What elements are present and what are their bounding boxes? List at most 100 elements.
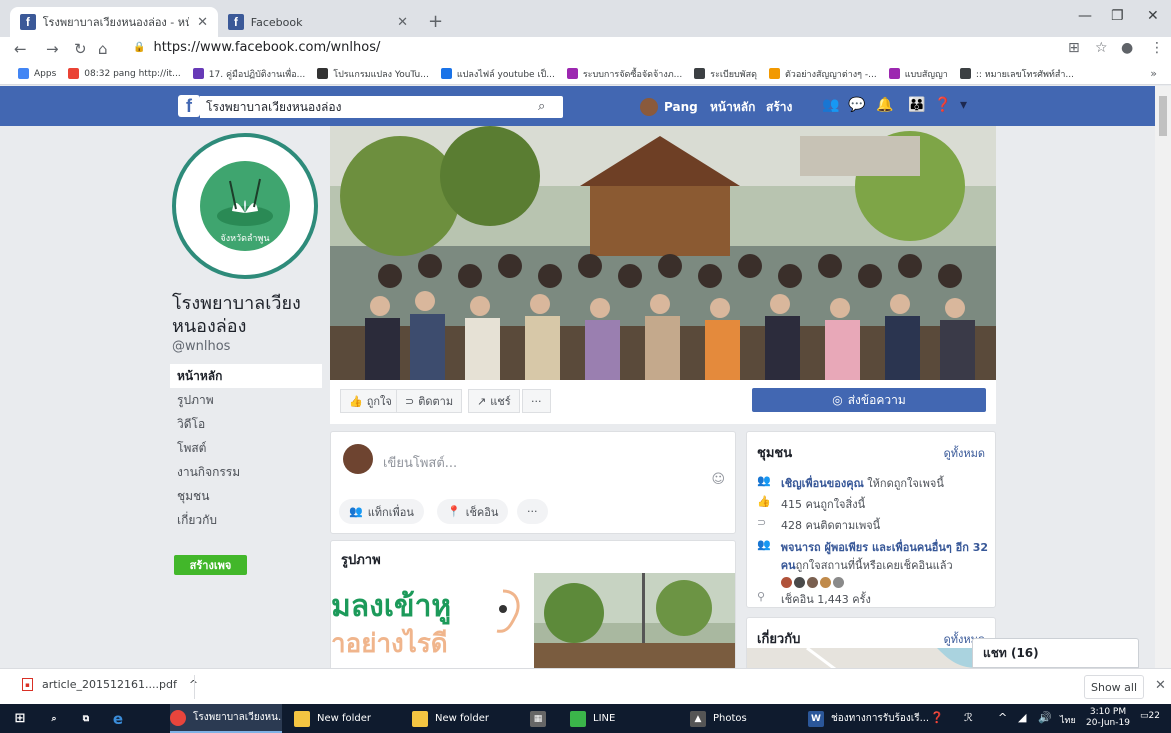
friend-avatars[interactable] <box>780 577 989 588</box>
page-nav-about[interactable]: เกี่ยวกับ <box>170 508 322 532</box>
download-item[interactable]: ▪ article_201512161....pdf ^ <box>22 678 198 691</box>
folder-taskbar-button[interactable]: New folder <box>412 704 489 733</box>
page-nav-photos[interactable]: รูปภาพ <box>170 388 322 412</box>
account-menu-icon[interactable]: ▾ <box>960 97 967 113</box>
close-tab-icon[interactable]: ✕ <box>397 15 408 30</box>
bookmark-item[interactable]: 08:32 pang http://it... <box>68 68 181 79</box>
bookmark-item[interactable]: โปรแกรมแปลง YouTu... <box>317 67 429 81</box>
search-input[interactable]: โรงพยาบาลเวียงหนองล่อง ⌕ <box>200 96 563 118</box>
community-title[interactable]: ชุมชน <box>757 442 792 463</box>
photos-taskbar-button[interactable]: ▲ Photos <box>690 704 747 733</box>
nav-home[interactable]: หน้าหลัก <box>710 98 755 117</box>
page-scrollbar[interactable] <box>1155 86 1171 668</box>
quick-help-icon[interactable]: 👪 <box>908 97 925 113</box>
bookmark-item[interactable]: ระบบการจัดซื้อจัดจ้างภ... <box>566 67 682 81</box>
bookmark-item[interactable]: แบบสัญญา <box>888 67 948 81</box>
search-icon[interactable]: ⌕ <box>538 99 545 114</box>
volume-icon[interactable]: 🔊 <box>1038 711 1052 724</box>
help-icon[interactable]: ❓ <box>930 711 944 724</box>
home-icon[interactable]: ⌂ <box>98 40 108 58</box>
edge-taskbar-button[interactable]: e <box>110 704 133 733</box>
community-see-all-link[interactable]: ดูทั้งหมด <box>944 444 985 462</box>
close-downloads-icon[interactable]: ✕ <box>1155 678 1166 693</box>
about-title[interactable]: เกี่ยวกับ <box>757 628 800 649</box>
bookmark-icon <box>694 68 706 79</box>
calculator-taskbar-button[interactable]: ▦ <box>530 704 553 733</box>
start-button[interactable]: ⊞ <box>12 704 35 733</box>
photo-thumbnail[interactable] <box>534 573 735 669</box>
new-tab-button[interactable]: + <box>428 11 443 32</box>
browser-tab[interactable]: f Facebook ✕ <box>218 7 418 37</box>
friend-requests-icon[interactable]: 👥 <box>822 97 839 113</box>
profile-link[interactable]: Pang <box>640 98 698 116</box>
page-nav-videos[interactable]: วิดีโอ <box>170 412 322 436</box>
invite-friends-row: 👥 เชิญเพื่อนของคุณ ให้กดถูกใจเพจนี้ <box>757 474 944 490</box>
bookmark-item[interactable]: แปลงไฟล์ youtube เป็... <box>440 67 555 81</box>
bookmark-item[interactable]: 17. คู่มือปฏิบัติงานเพื่อ... <box>192 67 305 81</box>
network-icon[interactable]: ◢ <box>1018 711 1026 724</box>
tray-chevron-icon[interactable]: ^ <box>998 711 1007 724</box>
location-pin-icon: 📍 <box>447 505 461 518</box>
apps-bookmark[interactable]: Apps <box>18 68 56 79</box>
page-nav-community[interactable]: ชุมชน <box>170 484 322 508</box>
like-button[interactable]: 👍 ถูกใจ <box>340 389 401 413</box>
show-all-downloads-button[interactable]: Show all <box>1084 675 1144 699</box>
people-icon[interactable]: ℛ <box>964 711 973 724</box>
reload-icon[interactable]: ↻ <box>74 40 87 58</box>
restore-icon[interactable]: ❐ <box>1111 8 1124 24</box>
translate-icon[interactable]: ⊞ <box>1068 40 1080 56</box>
follow-button[interactable]: ⊃ ติดตาม <box>396 389 463 413</box>
hospital-logo-icon: จังหวัดลำพูน <box>200 161 290 251</box>
line-taskbar-button[interactable]: LINE <box>570 704 615 733</box>
cover-photo[interactable] <box>330 126 996 380</box>
system-clock[interactable]: 3:10 PM 20-Jun-19 <box>1086 707 1130 729</box>
bookmark-item[interactable]: :: หมายเลขโทรศัพท์สำ... <box>959 67 1074 81</box>
composer-more-button[interactable]: ··· <box>517 499 548 524</box>
notifications-icon[interactable]: 🔔 <box>876 97 893 113</box>
minimize-icon[interactable]: — <box>1078 8 1092 24</box>
browser-tab-active[interactable]: f โรงพยาบาลเวียงหนองล่อง - หน้าหลัก ✕ <box>10 7 218 37</box>
back-icon[interactable]: ← <box>14 40 27 58</box>
page-nav-home[interactable]: หน้าหลัก <box>170 364 322 388</box>
messenger-icon[interactable]: 💬 <box>848 97 865 113</box>
address-bar[interactable]: 🔒 https://www.facebook.com/wnlhos/ <box>133 40 380 55</box>
emoji-icon[interactable]: ☺ <box>711 472 725 487</box>
folder-taskbar-button[interactable]: New folder <box>294 704 371 733</box>
page-profile-picture[interactable]: จังหวัดลำพูน <box>172 133 318 279</box>
search-button[interactable]: ⌕ <box>46 704 69 733</box>
photos-title[interactable]: รูปภาพ <box>341 549 381 570</box>
more-bookmarks-icon[interactable]: » <box>1150 67 1157 80</box>
tag-friends-button[interactable]: 👥 แท็กเพื่อน <box>339 499 424 524</box>
chat-bar[interactable]: แชท (16) <box>972 638 1139 668</box>
profile-icon[interactable]: ● <box>1121 40 1133 56</box>
forward-icon[interactable]: → <box>46 40 59 58</box>
menu-icon[interactable]: ⋮ <box>1150 40 1164 56</box>
invite-friends-link[interactable]: เชิญเพื่อนของคุณ <box>781 477 864 490</box>
page-handle[interactable]: @wnlhos <box>172 339 230 354</box>
notifications-icon[interactable]: ▭22 <box>1140 711 1160 721</box>
word-taskbar-button[interactable]: W ช่องทางการรับร้องเรี... <box>808 704 929 733</box>
check-in-button[interactable]: 📍 เช็คอิน <box>437 499 509 524</box>
bookmark-item[interactable]: ระเบียบพัสดุ <box>694 67 757 81</box>
task-view-button[interactable]: ⧉ <box>78 704 101 733</box>
page-nav-posts[interactable]: โพสต์ <box>170 436 322 460</box>
page-nav-events[interactable]: งานกิจกรรม <box>170 460 322 484</box>
chrome-taskbar-button[interactable]: โรงพยาบาลเวียงหน... <box>170 704 282 733</box>
composer-input[interactable]: เขียนโพสต์... <box>383 452 457 473</box>
help-icon[interactable]: ❓ <box>934 97 951 113</box>
folder-icon <box>412 710 428 727</box>
language-indicator[interactable]: ไทย <box>1060 713 1076 727</box>
send-message-button[interactable]: ◎ ส่งข้อความ <box>752 388 986 412</box>
avatar <box>343 444 373 474</box>
photos-card: รูปภาพ มลงเข้าหู ำอย่างไรดี <box>330 540 736 670</box>
share-button[interactable]: ↗ แชร์ <box>468 389 520 413</box>
close-tab-icon[interactable]: ✕ <box>197 15 208 30</box>
bookmark-item[interactable]: ตัวอย่างสัญญาต่างๆ -... <box>768 67 877 81</box>
create-page-button[interactable]: สร้างเพจ <box>174 555 247 575</box>
nav-create[interactable]: สร้าง <box>766 98 792 117</box>
more-actions-button[interactable]: ··· <box>522 389 551 413</box>
bookmark-star-icon[interactable]: ☆ <box>1095 40 1108 56</box>
facebook-logo-icon[interactable]: f <box>178 95 200 117</box>
photo-thumbnail[interactable]: มลงเข้าหู ำอย่างไรดี <box>331 573 532 669</box>
window-close-icon[interactable]: ✕ <box>1147 8 1159 24</box>
